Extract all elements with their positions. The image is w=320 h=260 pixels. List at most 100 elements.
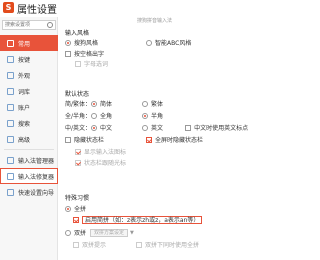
jianpin-label: 启用简拼（如：z表示zh或z，a表示an等） [82,216,203,224]
radio-chinese[interactable] [91,124,98,131]
search-box[interactable] [2,20,56,30]
follow-cursor-row: 状态栏跟随光标 [75,158,126,167]
sidebar-item-manager[interactable]: 输入法管理器 [0,152,58,168]
radio-label: 半角 [151,113,164,120]
checkbox-label: 显示输入法图标 [84,149,127,156]
radio-label: 英文 [151,125,164,132]
checkbox-label: 中文时使用英文标点 [194,125,249,132]
sidebar-item-search[interactable]: 搜索 [0,115,58,131]
search-input[interactable] [3,21,47,29]
sidebar-item-common[interactable]: 常用 [0,35,58,51]
sidebar-item-label: 快速设置向导 [18,189,55,197]
radio-halfwidth[interactable] [142,112,149,119]
sidebar-item-dictionary[interactable]: 词库 [0,83,58,99]
sidebar-item-label: 外观 [18,72,31,80]
sidebar-item-advanced[interactable]: 高级 [0,131,58,147]
sidebar-item-label: 高级 [18,136,31,144]
checkbox-jianpin[interactable] [73,217,79,223]
sidebar-item-label: 搜索 [18,120,31,128]
sidebar-item-wizard[interactable]: 快速设置向导 [0,184,58,200]
window-title: 属性设置 [17,5,57,16]
settings-window: S 属性设置 常用 按键 外观 词库 [0,0,250,260]
checkbox-label: 双拼下同时使用全拼 [145,242,200,249]
show-icon-row: 显示输入法图标 [75,147,126,156]
checkbox-label: 状态栏跟随光标 [84,160,127,167]
header-caption: 搜狗拼音输入法 [137,18,173,24]
radio-sogou-style[interactable] [65,39,71,46]
section-title-input-style: 输入风格 [65,30,90,37]
checkbox-label: 双拼提示 [82,242,107,249]
sidebar-item-label: 输入法管理器 [18,157,55,165]
radio-english[interactable] [142,124,149,131]
checkbox-hide-statusbar[interactable] [65,136,71,143]
sogou-logo-icon: S [3,2,14,13]
shuangpin-row: 双拼 双拼方案设定 ▼ [65,228,134,237]
checkbox-label: 按空格出字 [74,51,105,58]
user-icon [7,103,14,111]
radio-label: 智能ABC风格 [155,40,192,47]
checkbox-show-ime-icon[interactable] [75,148,81,155]
row-label: 中/英文： [65,125,92,132]
row-label: 全/半角： [65,113,92,120]
sidebar-item-label: 词库 [18,88,31,96]
radio-shuangpin[interactable] [65,229,71,236]
wizard-icon [7,188,14,196]
search-icon[interactable] [47,22,53,28]
fuzzy-row: 启用简拼（如：z表示zh或z，a表示an等） [73,216,203,224]
hide-status-row: 隐藏状态栏 全屏时隐藏状态栏 [65,135,203,144]
radio-label: 全角 [100,113,113,120]
checkbox-shuangpin-hint[interactable] [73,241,79,248]
sidebar-item-keys[interactable]: 按键 [0,51,58,67]
sidebar: 常用 按键 外观 词库 账户 搜索 [0,17,58,260]
sidebar-item-appearance[interactable]: 外观 [0,67,58,83]
space-commit-row: 按空格出字 [65,49,104,58]
checkbox-space-commit[interactable] [65,50,71,57]
radio-fullwidth[interactable] [91,112,98,119]
checkbox-english-punct[interactable] [185,124,192,131]
search-icon [7,119,14,127]
chevron-down-icon[interactable]: ▼ [130,230,134,236]
sidebar-nav: 常用 按键 外观 词库 账户 搜索 高级 输入法管理器 输入法修复器 快速设置向… [0,35,58,200]
checkbox-letter-select[interactable] [75,60,81,67]
section-title-default-state: 默认状态 [65,91,90,98]
checkbox-label: 全屏时隐藏状态栏 [155,137,204,144]
dictionary-icon [7,87,14,95]
radio-label: 全拼 [74,206,87,213]
radio-simplified[interactable] [91,100,98,107]
checkbox-label: 字母选词 [84,61,109,68]
sidebar-divider [4,149,54,150]
repair-icon [7,172,14,180]
checkbox-fullscreen-hide[interactable] [146,136,153,143]
sidebar-item-label: 按键 [18,56,31,64]
radio-label: 简体 [100,101,113,108]
radio-traditional[interactable] [142,100,149,107]
checkbox-shuangpin-quanpin[interactable] [136,241,143,248]
skin-icon [7,71,14,79]
sidebar-item-label: 输入法修复器 [18,173,55,181]
width-row: 全/半角： 全角 半角 [65,111,163,120]
radio-label: 双拼 [74,230,87,237]
radio-label: 中文 [100,125,113,132]
gear-icon [7,39,14,47]
shuangpin-options-row: 双拼提示 双拼下同时使用全拼 [73,240,199,249]
manager-icon [7,156,14,164]
keyboard-icon [7,55,14,63]
radio-label: 繁体 [151,101,164,108]
radio-label: 搜狗风格 [74,40,99,47]
radio-abc-style[interactable] [146,39,153,46]
sidebar-item-repair[interactable]: 输入法修复器 [0,168,58,184]
row-label: 简/繁体： [65,101,92,108]
lang-row: 中/英文： 中文 英文 中文时使用英文标点 [65,123,248,132]
sidebar-item-label: 常用 [18,40,31,48]
section-title-special: 特殊习惯 [65,195,90,202]
sidebar-item-account[interactable]: 账户 [0,99,58,115]
quanpin-row: 全拼 [65,204,86,213]
checkbox-label: 隐藏状态栏 [74,137,105,144]
checkbox-follow-cursor[interactable] [75,159,81,166]
advanced-icon [7,135,14,143]
input-style-row: 搜狗风格 智能ABC风格 [65,38,191,47]
radio-quanpin[interactable] [65,205,71,212]
settings-content: 搜狗拼音输入法 输入风格 搜狗风格 智能ABC风格 按空格出字 字母选词 默认状… [59,16,250,260]
sidebar-item-label: 账户 [18,104,31,112]
shuangpin-scheme-button[interactable]: 双拼方案设定 [90,228,129,237]
